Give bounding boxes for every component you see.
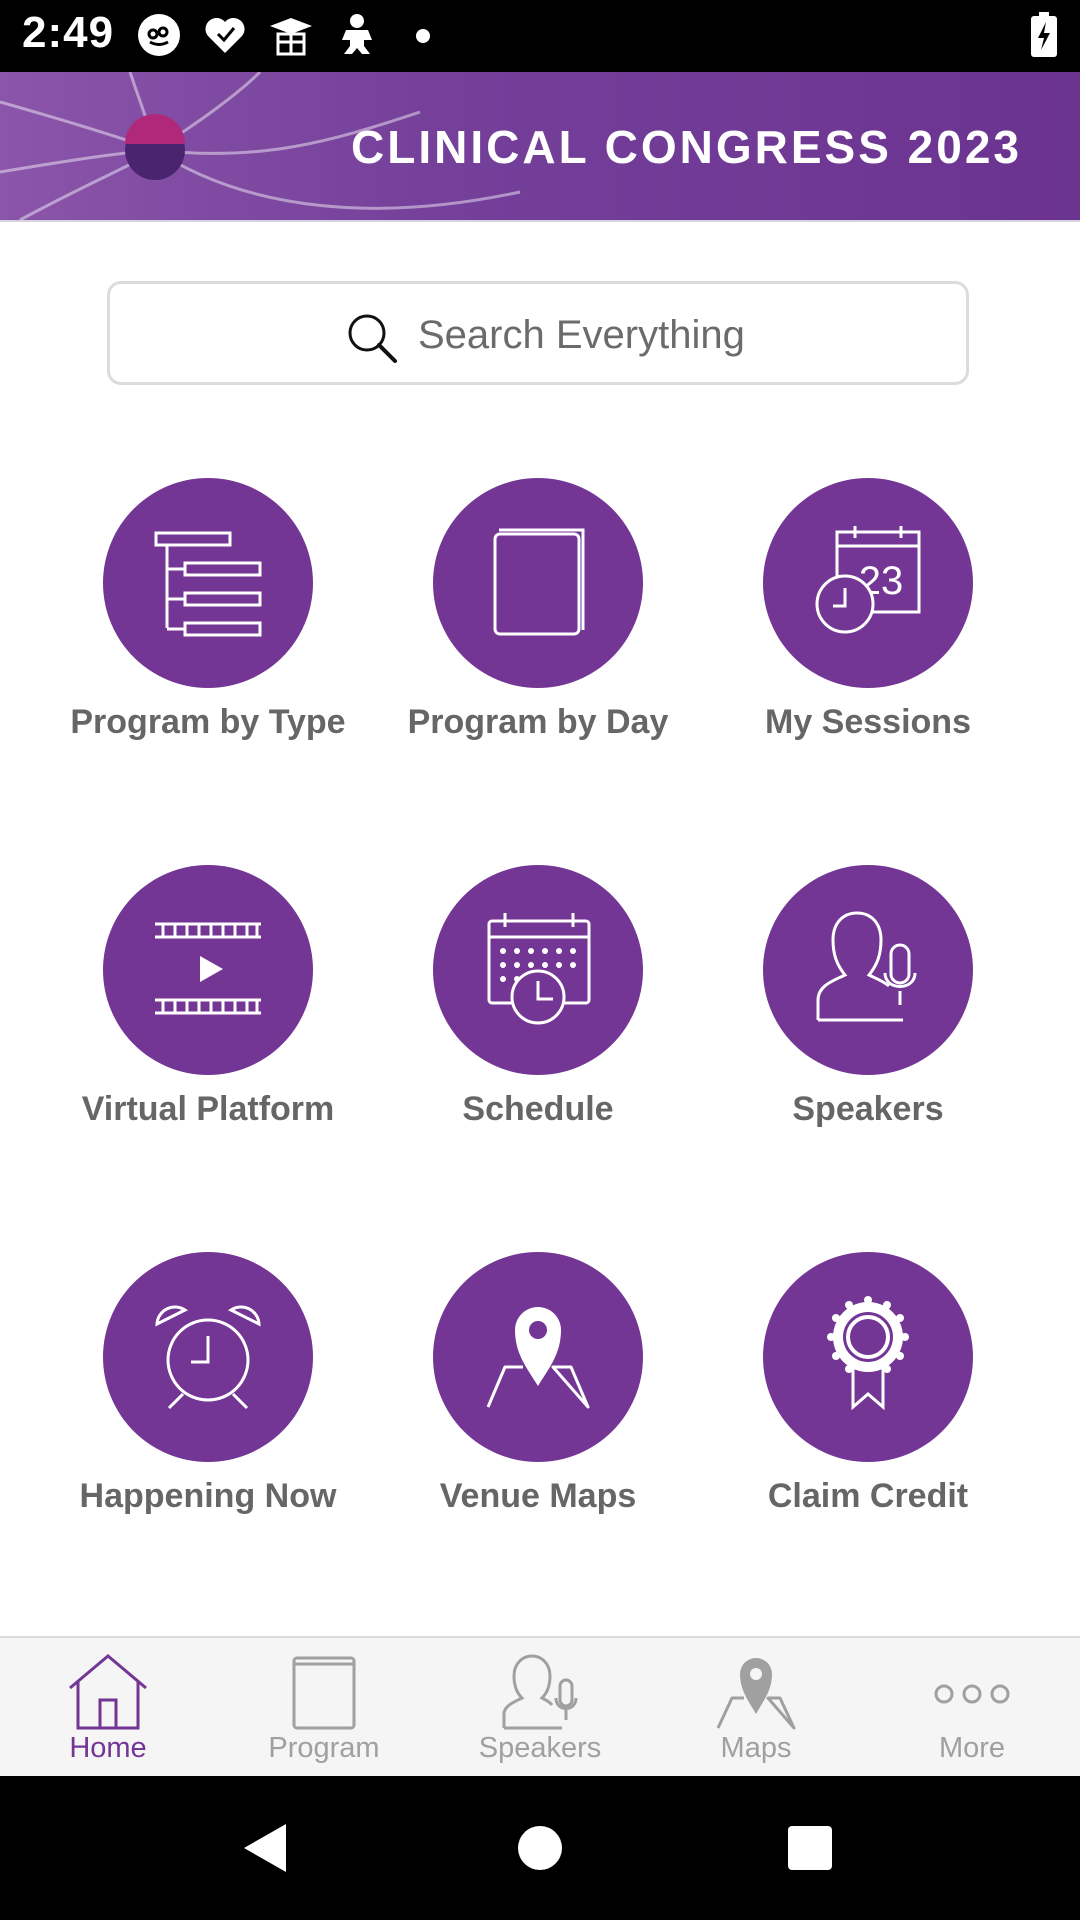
heart-icon [205,17,245,53]
back-icon[interactable] [238,1820,294,1876]
tile-label: Virtual Platform [81,1090,335,1128]
graduation-icon [270,18,312,56]
tile-label: Program by Day [407,703,669,741]
map-pin-icon [716,1658,796,1730]
nav-program[interactable]: Program [216,1638,432,1778]
status-time: 2:49 [22,8,115,57]
speaker-mic-icon [502,1654,578,1730]
notification-dot-icon [416,29,430,43]
book-icon [493,528,585,636]
tile-speakers[interactable]: Speakers [716,865,1016,1155]
nav-label: More [938,1732,1006,1764]
speaker-mic-icon [816,911,917,1022]
ribbon-award-icon [827,1296,909,1411]
tile-label: My Sessions [765,703,971,741]
header-banner: CLINICAL CONGRESS 2023 [0,72,1080,222]
tile-label: Happening Now [79,1477,337,1515]
bottom-navigation: Home Program Speakers Maps More [0,1636,1080,1778]
tile-venue-maps[interactable]: Venue Maps [386,1252,686,1542]
tile-happening-now[interactable]: Happening Now [56,1252,356,1542]
calendar-clock-icon: 23 [815,526,921,634]
tile-label: Schedule [462,1090,614,1128]
search-input[interactable] [418,306,938,364]
nav-maps[interactable]: Maps [648,1638,864,1778]
baby-icon [342,14,372,54]
system-navigation-bar [0,1776,1080,1920]
face-icon [138,14,180,56]
nav-label: Home [69,1732,147,1764]
nav-home[interactable]: Home [0,1638,216,1778]
tile-claim-credit[interactable]: Claim Credit [716,1252,1016,1542]
hierarchy-list-icon [154,531,262,637]
tile-label: Venue Maps [439,1477,637,1515]
banner-title: CLINICAL CONGRESS 2023 [351,121,1022,173]
tile-virtual-platform[interactable]: Virtual Platform [56,865,356,1155]
film-play-icon [155,922,261,1015]
nav-label: Maps [720,1732,792,1764]
tile-program-by-day[interactable]: Program by Day [386,478,686,768]
tile-my-sessions[interactable]: 23 My Sessions [716,478,1016,768]
overview-icon[interactable] [782,1820,838,1876]
tile-schedule[interactable]: Schedule [386,865,686,1155]
home-icon [69,1654,147,1730]
more-dots-icon [934,1684,1010,1704]
tile-label: Program by Type [70,703,346,741]
tile-label: Claim Credit [767,1477,969,1515]
nav-speakers[interactable]: Speakers [432,1638,648,1778]
tile-label: Speakers [792,1090,944,1128]
search-box[interactable] [107,281,969,385]
alarm-clock-icon [155,1305,261,1410]
book-icon [292,1656,356,1730]
status-bar: 2:49 [0,0,1080,72]
nav-label: Speakers [478,1732,602,1764]
battery-charging-icon [1031,12,1057,57]
tile-program-by-type[interactable]: Program by Type [56,478,356,768]
calendar-grid-icon [487,913,591,1025]
nav-label: Program [268,1732,380,1764]
nav-more[interactable]: More [864,1638,1080,1778]
search-icon [348,314,397,363]
home-circle-icon[interactable] [512,1820,568,1876]
map-pin-icon [486,1307,590,1409]
